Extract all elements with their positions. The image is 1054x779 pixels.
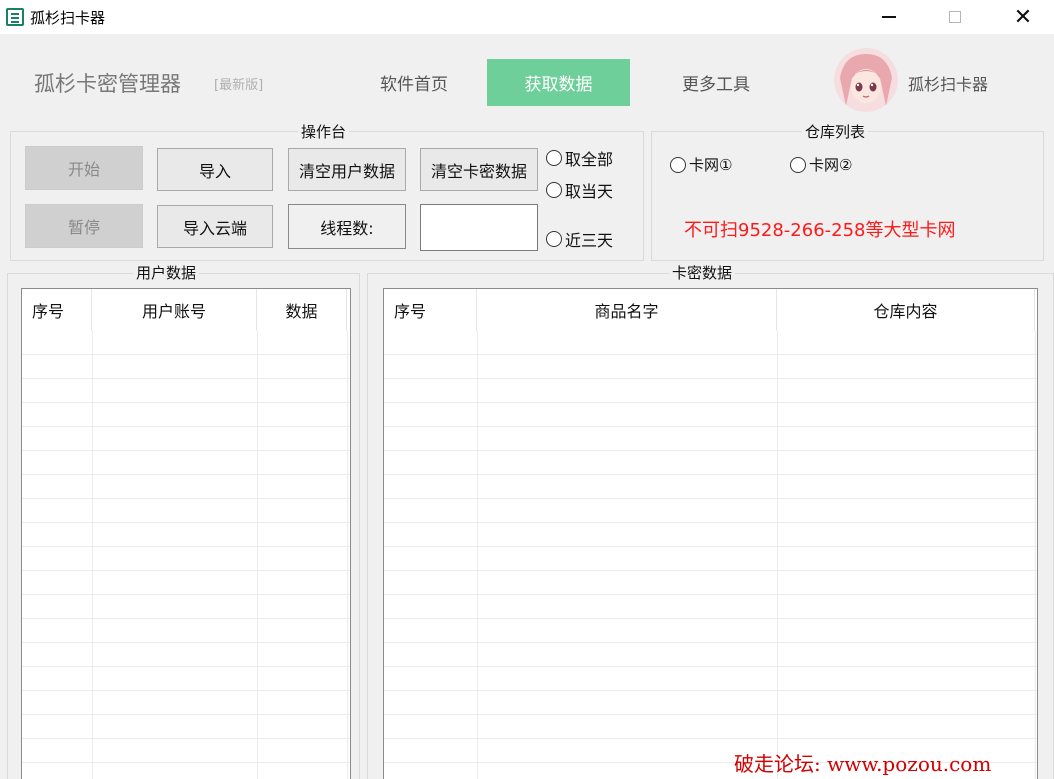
card-data-title: 卡密数据 xyxy=(669,262,736,283)
radio-all[interactable]: 取全部 xyxy=(546,146,613,170)
radio-icon xyxy=(546,182,562,198)
window-title: 孤杉扫卡器 xyxy=(30,9,106,27)
radio-icon xyxy=(670,156,686,173)
column-header-account[interactable]: 用户账号 xyxy=(92,289,257,331)
watermark: 破走论坛: www.pozou.com xyxy=(734,752,992,776)
nav-get-data[interactable]: 获取数据 xyxy=(487,59,630,106)
minimize-button[interactable] xyxy=(862,0,916,34)
clear-card-data-button[interactable]: 清空卡密数据 xyxy=(420,148,538,191)
brand-title: 孤杉卡密管理器 xyxy=(34,72,181,96)
app-icon xyxy=(6,8,24,26)
radio-today[interactable]: 取当天 xyxy=(546,178,613,202)
thread-count-label: 线程数: xyxy=(288,204,406,249)
column-header-store-content[interactable]: 仓库内容 xyxy=(777,289,1035,331)
column-header-product-name[interactable]: 商品名字 xyxy=(477,289,777,331)
nav-home[interactable]: 软件首页 xyxy=(344,59,484,106)
radio-icon xyxy=(790,156,806,173)
radio-card-net-2-label: 卡网② xyxy=(809,156,853,174)
warning-text: 不可扫9528-266-258等大型卡网 xyxy=(684,220,956,241)
radio-card-net-1-label: 卡网① xyxy=(689,156,733,174)
store-title: 仓库列表 xyxy=(802,121,869,142)
column-header-data[interactable]: 数据 xyxy=(257,289,347,331)
close-icon: ✕ xyxy=(1013,4,1033,30)
radio-icon xyxy=(546,231,562,247)
nav-more-tools[interactable]: 更多工具 xyxy=(646,59,786,106)
maximize-button[interactable] xyxy=(928,0,982,34)
user-data-title: 用户数据 xyxy=(133,262,200,283)
card-data-table[interactable]: 序号 商品名字 仓库内容 xyxy=(383,288,1038,779)
version-tag: [最新版] xyxy=(214,78,264,93)
radio-card-net-2[interactable]: 卡网② xyxy=(790,154,852,175)
radio-today-label: 取当天 xyxy=(565,182,614,201)
radio-three-days[interactable]: 近三天 xyxy=(546,227,613,251)
start-button[interactable]: 开始 xyxy=(25,146,143,190)
console-title: 操作台 xyxy=(298,121,350,142)
table-rows xyxy=(22,331,350,779)
radio-icon xyxy=(546,150,562,166)
maximize-icon xyxy=(949,11,961,23)
column-header-index[interactable]: 序号 xyxy=(22,289,92,331)
column-header-index[interactable]: 序号 xyxy=(384,289,477,331)
avatar[interactable] xyxy=(834,48,898,112)
user-name: 孤杉扫卡器 xyxy=(908,75,989,94)
import-button[interactable]: 导入 xyxy=(157,148,273,191)
import-cloud-button[interactable]: 导入云端 xyxy=(157,205,273,248)
radio-all-label: 取全部 xyxy=(565,150,614,169)
avatar-image xyxy=(834,48,898,112)
thread-count-input[interactable] xyxy=(420,204,538,251)
radio-card-net-1[interactable]: 卡网① xyxy=(670,154,732,175)
table-header: 序号 用户账号 数据 xyxy=(22,289,347,331)
radio-three-days-label: 近三天 xyxy=(565,231,614,250)
user-data-table[interactable]: 序号 用户账号 数据 xyxy=(21,288,351,779)
pause-button[interactable]: 暂停 xyxy=(25,204,143,248)
table-header: 序号 商品名字 仓库内容 xyxy=(384,289,1035,331)
close-button[interactable]: ✕ xyxy=(996,0,1050,34)
minimize-icon xyxy=(882,16,896,18)
table-rows xyxy=(384,331,1037,779)
clear-user-data-button[interactable]: 清空用户数据 xyxy=(288,148,406,191)
